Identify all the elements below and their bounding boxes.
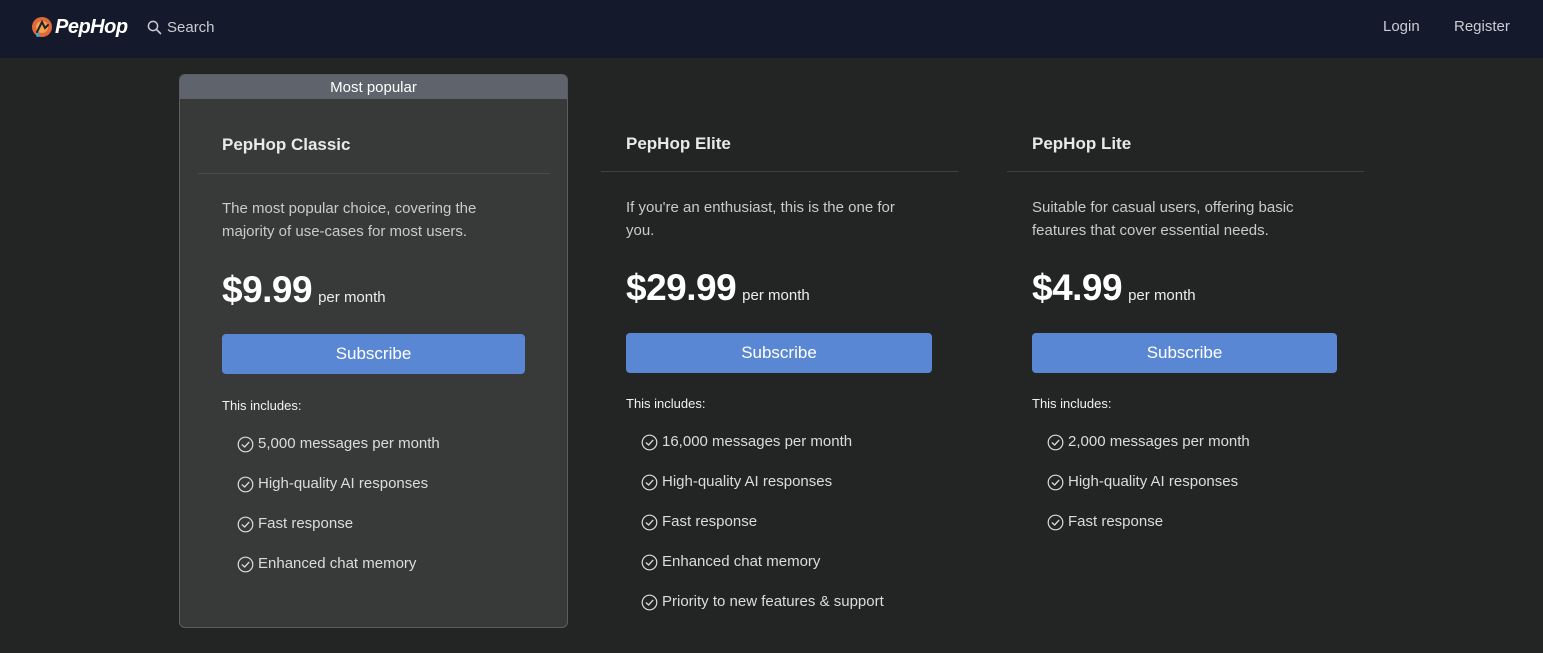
feature-text: Enhanced chat memory [662,553,821,570]
check-circle-icon [641,594,658,611]
list-item: Fast response [641,513,884,553]
most-popular-badge: Most popular [180,75,567,99]
check-circle-icon [237,476,254,493]
search-button[interactable]: Search [147,16,215,38]
register-link[interactable]: Register [1454,16,1510,38]
feature-text: Fast response [1068,513,1164,530]
check-circle-icon [641,554,658,571]
check-circle-icon [641,474,658,491]
list-item: High-quality AI responses [237,475,440,515]
top-navbar: PepHop Search Login Register [0,0,1543,58]
feature-list: 5,000 messages per month High-quality AI… [237,435,440,595]
divider [601,171,958,172]
check-circle-icon [1047,434,1064,451]
feature-text: High-quality AI responses [258,475,429,492]
plan-description: If you're an enthusiast, this is the one… [626,199,895,239]
includes-label: This includes: [222,398,302,413]
feature-list: 16,000 messages per month High-quality A… [641,433,884,633]
feature-text: Enhanced chat memory [258,555,417,572]
list-item: Fast response [237,515,440,555]
price-row: $29.99 per month [626,267,810,309]
feature-text: Fast response [662,513,758,530]
subscribe-button-lite[interactable]: Subscribe [1032,333,1337,373]
plan-card-elite: PepHop Elite If you're an enthusiast, th… [601,74,961,634]
check-circle-icon [641,514,658,531]
list-item: High-quality AI responses [641,473,884,513]
list-item: High-quality AI responses [1047,473,1250,513]
check-circle-icon [237,436,254,453]
list-item: Priority to new features & support [641,593,884,633]
includes-label: This includes: [1032,396,1112,411]
feature-text: 5,000 messages per month [258,435,440,452]
check-circle-icon [1047,514,1064,531]
list-item: Enhanced chat memory [641,553,884,593]
plan-title: PepHop Lite [1032,134,1132,153]
brand-link[interactable]: PepHop [31,14,128,40]
check-circle-icon [237,516,254,533]
feature-text: 2,000 messages per month [1068,433,1250,450]
search-label: Search [167,18,215,36]
plan-price: $4.99 [1032,267,1123,308]
feature-text: High-quality AI responses [662,473,833,490]
plan-description: The most popular choice, covering the ma… [222,200,477,240]
check-circle-icon [237,556,254,573]
brand-name: PepHop [55,15,128,38]
billing-period: per month [742,287,810,304]
subscribe-button-elite[interactable]: Subscribe [626,333,932,373]
plan-title: PepHop Elite [626,134,731,153]
divider [198,173,550,174]
feature-text: Fast response [258,515,354,532]
feature-text: Priority to new features & support [662,593,884,610]
plan-description: Suitable for casual users, offering basi… [1032,199,1294,239]
includes-label: This includes: [626,396,706,411]
login-link[interactable]: Login [1383,16,1420,38]
list-item: Enhanced chat memory [237,555,440,595]
list-item: 16,000 messages per month [641,433,884,473]
plan-card-lite: PepHop Lite Suitable for casual users, o… [1007,74,1367,634]
price-row: $9.99 per month [222,269,386,311]
check-circle-icon [1047,474,1064,491]
feature-text: High-quality AI responses [1068,473,1239,490]
billing-period: per month [1128,287,1196,304]
feature-list: 2,000 messages per month High-quality AI… [1047,433,1250,553]
search-icon [147,20,162,34]
divider [1007,171,1364,172]
list-item: 2,000 messages per month [1047,433,1250,473]
list-item: Fast response [1047,513,1250,553]
pephop-logo-icon [32,17,52,37]
list-item: 5,000 messages per month [237,435,440,475]
plan-title: PepHop Classic [222,135,351,154]
plan-card-classic: Most popular PepHop Classic The most pop… [179,74,568,628]
plan-price: $29.99 [626,267,737,308]
subscribe-button-classic[interactable]: Subscribe [222,334,525,374]
price-row: $4.99 per month [1032,267,1196,309]
check-circle-icon [641,434,658,451]
plan-price: $9.99 [222,269,313,310]
billing-period: per month [318,289,386,306]
feature-text: 16,000 messages per month [662,433,853,450]
